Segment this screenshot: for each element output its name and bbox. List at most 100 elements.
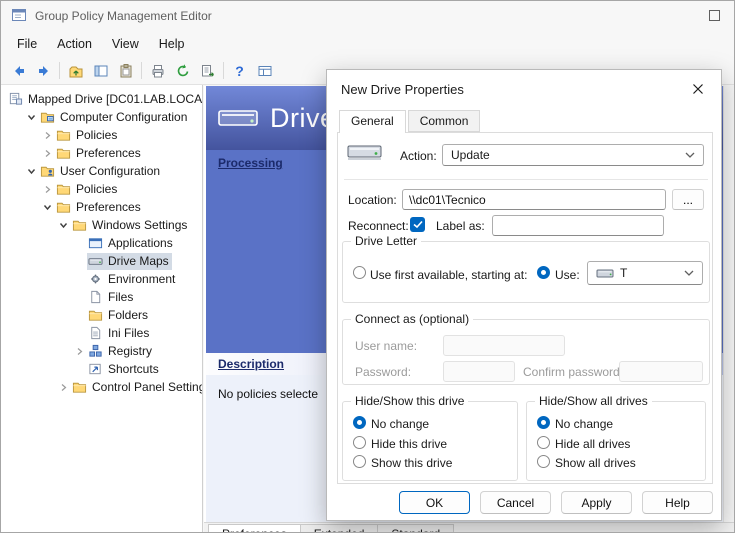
drive-letter-group-label: Drive Letter: [351, 234, 421, 248]
hide-all-drives-radio[interactable]: [537, 436, 550, 449]
chevron-expanded-icon[interactable]: [55, 221, 71, 230]
up-one-level-button[interactable]: [63, 59, 88, 82]
tree-item-computer-configuration[interactable]: Computer Configuration: [1, 108, 202, 126]
all-no-change-radio[interactable]: [537, 416, 550, 429]
tree-item-files[interactable]: Files: [1, 288, 202, 306]
label-as-label: Label as:: [436, 219, 485, 233]
all-no-change-label: No change: [555, 417, 613, 431]
location-input[interactable]: [402, 189, 666, 210]
user-name-label: User name:: [355, 339, 417, 353]
chevron-expanded-icon[interactable]: [39, 203, 55, 212]
cancel-button[interactable]: Cancel: [480, 491, 551, 514]
tree-item-registry[interactable]: Registry: [1, 342, 202, 360]
tree-item-applications[interactable]: Applications: [1, 234, 202, 252]
hide-show-all-drives-group-label: Hide/Show all drives: [535, 394, 652, 408]
close-icon[interactable]: [689, 80, 707, 98]
action-select[interactable]: Update: [442, 144, 704, 166]
help-button[interactable]: ?: [227, 59, 252, 82]
tree-item-drive-maps[interactable]: Drive Maps: [1, 252, 202, 270]
tree-item-environment[interactable]: Environment: [1, 270, 202, 288]
reconnect-checkbox[interactable]: [410, 217, 425, 232]
export-list-button[interactable]: [195, 59, 220, 82]
forward-button[interactable]: [31, 59, 56, 82]
folder-icon: [72, 218, 88, 232]
user-name-input: [443, 335, 565, 356]
maximize-icon[interactable]: [709, 10, 720, 21]
ini-files-icon: [88, 326, 104, 340]
print-button[interactable]: [145, 59, 170, 82]
help-button-dialog[interactable]: Help: [642, 491, 713, 514]
show-console-tree-button[interactable]: [88, 59, 113, 82]
paste-button[interactable]: [113, 59, 138, 82]
apply-button[interactable]: Apply: [561, 491, 632, 514]
chevron-collapsed-icon[interactable]: [39, 131, 55, 140]
back-button[interactable]: [6, 59, 31, 82]
chevron-expanded-icon[interactable]: [23, 167, 39, 176]
applications-icon: [88, 236, 104, 250]
help-icon: ?: [235, 63, 244, 79]
tab-extended[interactable]: Extended: [300, 524, 379, 533]
chevron-collapsed-icon[interactable]: [71, 347, 87, 356]
menu-action[interactable]: Action: [47, 33, 102, 55]
ok-button[interactable]: OK: [399, 491, 470, 514]
drive-icon: [346, 138, 384, 169]
this-no-change-label: No change: [371, 417, 429, 431]
menu-help[interactable]: Help: [149, 33, 195, 55]
tree-item-shortcuts[interactable]: Shortcuts: [1, 360, 202, 378]
folder-icon: [56, 182, 72, 196]
tree-item-windows-settings[interactable]: Windows Settings: [1, 216, 202, 234]
chevron-down-icon: [685, 152, 695, 158]
use-radio[interactable]: [537, 266, 550, 279]
chevron-expanded-icon[interactable]: [23, 113, 39, 122]
chevron-collapsed-icon[interactable]: [39, 185, 55, 194]
tab-standard[interactable]: Standard: [377, 524, 454, 533]
toolbar-separator: [59, 62, 60, 79]
label-as-input[interactable]: [492, 215, 664, 236]
window-title: Group Policy Management Editor: [35, 9, 212, 23]
refresh-icon: [175, 63, 191, 79]
tree-item-folders[interactable]: Folders: [1, 306, 202, 324]
refresh-button[interactable]: [170, 59, 195, 82]
vertical-scrollbar[interactable]: [723, 86, 735, 522]
tree-item-mapped-drive[interactable]: Mapped Drive [DC01.LAB.LOCA: [1, 90, 202, 108]
this-no-change-radio[interactable]: [353, 416, 366, 429]
menu-file[interactable]: File: [7, 33, 47, 55]
drive-letter-select[interactable]: T: [587, 261, 703, 285]
chevron-collapsed-icon[interactable]: [55, 383, 71, 392]
files-icon: [88, 290, 104, 304]
tab-common[interactable]: Common: [408, 110, 481, 132]
separator: [344, 179, 708, 180]
icon-view-button[interactable]: [252, 59, 277, 82]
use-first-available-radio[interactable]: [353, 266, 366, 279]
tree-item-control-panel-settings[interactable]: Control Panel Setting: [1, 378, 202, 396]
tree-item-computer-policies[interactable]: Policies: [1, 126, 202, 144]
tree-item-user-policies[interactable]: Policies: [1, 180, 202, 198]
folder-icon: [88, 308, 104, 322]
chevron-collapsed-icon[interactable]: [39, 149, 55, 158]
drive-letter-group: Drive Letter Use first available, starti…: [342, 241, 710, 303]
drive-icon: [88, 254, 104, 268]
tab-preferences[interactable]: Preferences: [208, 524, 301, 533]
check-icon: [413, 220, 423, 229]
tree-item-user-configuration[interactable]: User Configuration: [1, 162, 202, 180]
tab-general[interactable]: General: [339, 110, 406, 133]
show-this-drive-radio[interactable]: [353, 455, 366, 468]
tree-item-computer-preferences[interactable]: Preferences: [1, 144, 202, 162]
show-all-drives-radio[interactable]: [537, 455, 550, 468]
menu-view[interactable]: View: [102, 33, 149, 55]
hide-this-drive-radio[interactable]: [353, 436, 366, 449]
tree-item-user-preferences[interactable]: Preferences: [1, 198, 202, 216]
dialog-buttons: OK Cancel Apply Help: [399, 491, 713, 514]
confirm-password-input: [619, 361, 703, 382]
hide-all-drives-label: Hide all drives: [555, 437, 630, 451]
browse-button[interactable]: ...: [672, 189, 704, 210]
hide-show-all-drives-group: Hide/Show all drives No change Hide all …: [526, 401, 706, 481]
console-tree: Mapped Drive [DC01.LAB.LOCA Computer Con…: [1, 85, 203, 533]
reconnect-label: Reconnect:: [348, 219, 409, 233]
folder-icon: [56, 200, 72, 214]
shortcuts-icon: [88, 362, 104, 376]
export-list-icon: [200, 63, 216, 79]
processing-link[interactable]: Processing: [218, 156, 283, 170]
tree-item-ini-files[interactable]: Ini Files: [1, 324, 202, 342]
description-link[interactable]: Description: [218, 357, 284, 371]
